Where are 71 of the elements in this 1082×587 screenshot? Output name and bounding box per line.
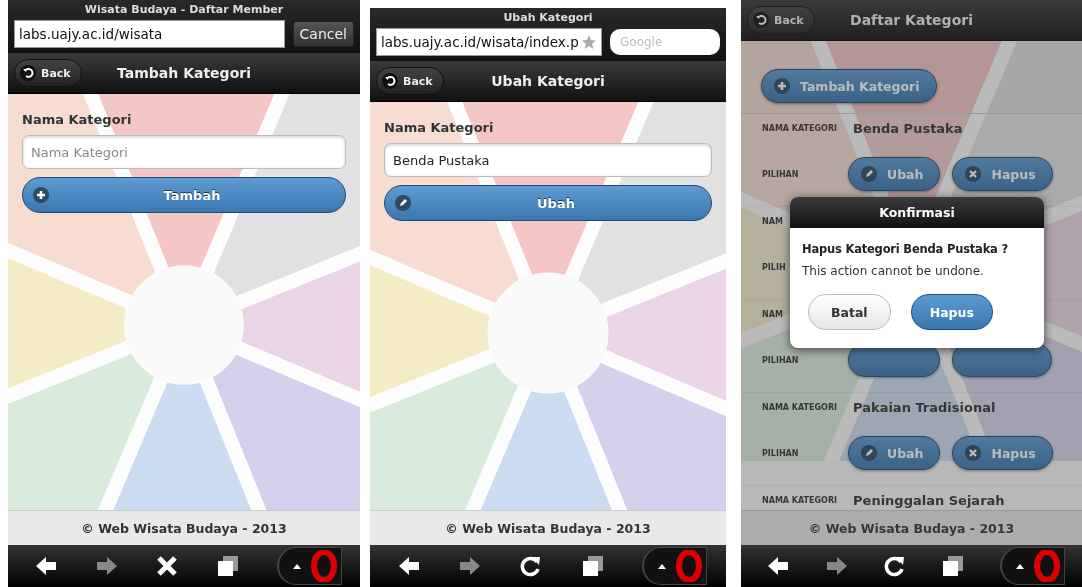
back-arrow-icon [34,554,59,578]
tabs-icon [580,554,605,578]
field-label: NAM [762,216,783,226]
field-label: PILIHAN [762,448,799,458]
plus-icon [33,187,49,203]
cancel-button[interactable]: Batal [808,294,891,330]
input-field[interactable]: Nama Kategori [22,135,346,169]
ring-icon [310,550,337,582]
pencil-icon [861,445,877,461]
dialog-title: Konfirmasi [790,197,1044,228]
input-field[interactable]: Benda Pustaka [384,143,712,177]
forward-arrow-icon [94,554,119,578]
plus-icon [774,78,790,94]
dialog-message: This action cannot be undone. [802,264,985,278]
footer-text: © Web Wisata Budaya - 2013 [81,520,287,536]
tabs-icon [941,554,966,578]
reload-icon [882,554,907,578]
header-title: Ubah Kategori [491,73,605,89]
field-label: PILIH [762,262,786,272]
stop-icon [155,554,180,578]
footer-text: © Web Wisata Budaya - 2013 [445,520,651,536]
field-label: PILIHAN [762,355,799,365]
caret-icon [1015,563,1024,569]
tabs-button[interactable] [216,554,241,578]
close-icon [965,445,982,461]
delete-button[interactable]: Hapus [910,294,993,330]
page-title: Ubah Kategori [502,11,594,25]
field-label: PILIHAN [762,169,799,179]
field-label: Nama Kategori [22,112,133,127]
category-name: Peninggalan Sejarah [853,492,1005,508]
tabs-icon [216,554,241,578]
field-label: NAMA KATEGORI [762,402,838,412]
page-title: Wisata Budaya - Daftar Member [83,3,285,17]
back-arrow-icon [766,554,791,578]
stop-button[interactable] [155,554,180,578]
field-label: NAMA KATEGORI [762,123,838,133]
forward-arrow-icon [824,554,849,578]
back-button[interactable]: Back [747,6,815,34]
menu-button[interactable] [642,547,708,585]
field-label: NAMA KATEGORI [762,495,838,505]
reload-button[interactable] [882,554,907,578]
star-icon[interactable] [581,34,597,50]
add-button[interactable]: Tambah [22,177,346,213]
caret-icon [658,563,667,569]
pencil-icon [861,166,877,182]
cancel-button[interactable]: Cancel [292,21,354,47]
back-button[interactable] [34,554,59,578]
category-name: Pakaian Tradisional [853,399,996,415]
ring-icon [1033,550,1060,582]
dialog-question: Hapus Kategori Benda Pustaka ? [802,242,1009,256]
url-field[interactable]: labs.uajy.ac.id/wisata/index.p [376,28,602,56]
back-button[interactable]: Back [14,59,82,87]
header-title: Daftar Kategori [850,12,973,28]
menu-button[interactable] [999,547,1065,585]
menu-button[interactable] [276,547,342,585]
url-field[interactable]: labs.uajy.ac.id/wisata [14,20,285,48]
tabs-button[interactable] [941,554,966,578]
caret-icon [292,563,301,569]
edit-button[interactable]: Ubah [384,185,712,221]
field-label: NAM [762,309,783,319]
back-button[interactable]: Back [376,67,444,95]
close-icon [965,166,982,182]
ring-icon [676,550,703,582]
category-name: Benda Pustaka [853,120,963,136]
field-label: Nama Kategori [384,120,495,135]
search-field[interactable]: Google [610,29,720,55]
tabs-button[interactable] [580,554,605,578]
header-title: Tambah Kategori [117,65,251,81]
back-button[interactable] [766,554,791,578]
footer-text: © Web Wisata Budaya - 2013 [808,520,1015,536]
pencil-icon [395,195,411,211]
